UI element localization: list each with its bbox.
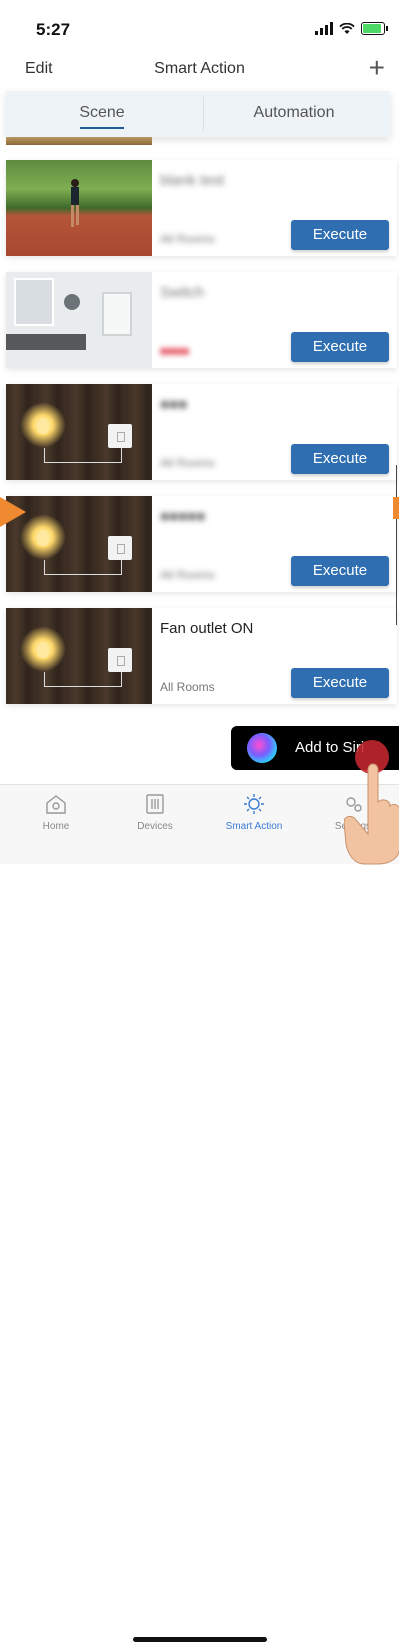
scene-name: ■■■■■	[160, 508, 206, 525]
tabbar-item-devices[interactable]: Devices	[115, 793, 195, 832]
scene-room: All Rooms	[160, 568, 215, 582]
scene-thumbnail	[6, 496, 152, 592]
scene-name: Switch	[160, 284, 205, 301]
scene-room: All Rooms	[160, 456, 215, 470]
home-icon	[46, 795, 66, 814]
execute-button[interactable]: Execute	[291, 556, 389, 586]
wifi-icon	[339, 22, 355, 34]
pointer-arrow-icon	[0, 497, 26, 527]
scene-card[interactable]: ■■■ All Rooms Execute	[6, 384, 397, 480]
scene-thumbnail	[6, 608, 152, 704]
bottom-tab-bar: Home Devices Smart Action Settings	[0, 784, 399, 1642]
tabbar-label: Home	[42, 821, 70, 832]
scene-thumbnail	[6, 160, 152, 256]
execute-button[interactable]: Execute	[291, 220, 389, 250]
devices-icon	[146, 794, 164, 814]
scene-thumbnail	[6, 272, 152, 368]
scene-name: ■■■	[160, 396, 188, 413]
tab-automation[interactable]: Automation	[198, 91, 390, 137]
status-icons	[315, 22, 388, 35]
scroll-indicator[interactable]	[396, 465, 397, 625]
scene-thumbnail	[6, 384, 152, 480]
scene-card[interactable]: Fan outlet ON All Rooms Execute	[6, 608, 397, 704]
signal-icon	[315, 22, 333, 35]
scene-room: All Rooms	[160, 232, 215, 246]
tab-divider	[203, 97, 204, 131]
scene-card[interactable]: Switch ■■■■ Execute	[6, 272, 397, 368]
siri-icon	[247, 733, 277, 763]
nav-bar: Edit Smart Action +	[0, 50, 399, 90]
hand-pointer-icon	[344, 763, 399, 865]
tabbar-item-smart-action[interactable]: Smart Action	[214, 793, 294, 832]
pointer-marker-icon	[393, 497, 399, 519]
execute-button[interactable]: Execute	[291, 332, 389, 362]
tabbar-label: Smart Action	[225, 821, 283, 832]
scene-name: Fan outlet ON	[160, 620, 254, 637]
tab-scene[interactable]: Scene	[6, 91, 198, 137]
scene-thumbnail-partial	[6, 137, 152, 145]
battery-icon	[361, 22, 388, 35]
scene-room: ■■■■	[160, 344, 189, 358]
scene-name: blank test	[160, 172, 225, 189]
scene-room: All Rooms	[160, 680, 215, 694]
page-title: Smart Action	[154, 60, 245, 77]
scene-card[interactable]: ■■■■■ All Rooms Execute	[6, 496, 397, 592]
tabbar-label: Devices	[137, 821, 173, 832]
add-to-siri-label: Add to Siri	[295, 739, 365, 756]
execute-button[interactable]: Execute	[291, 668, 389, 698]
tabbar-item-home[interactable]: Home	[16, 793, 96, 832]
home-indicator	[133, 1637, 267, 1642]
status-bar: 5:27	[0, 0, 399, 50]
segmented-tabs: Scene Automation	[6, 91, 390, 137]
status-time: 5:27	[36, 20, 71, 39]
smart-action-icon	[244, 794, 264, 814]
scene-card[interactable]: blank test All Rooms Execute	[6, 160, 397, 256]
execute-button[interactable]: Execute	[291, 444, 389, 474]
add-button[interactable]: +	[369, 52, 385, 84]
